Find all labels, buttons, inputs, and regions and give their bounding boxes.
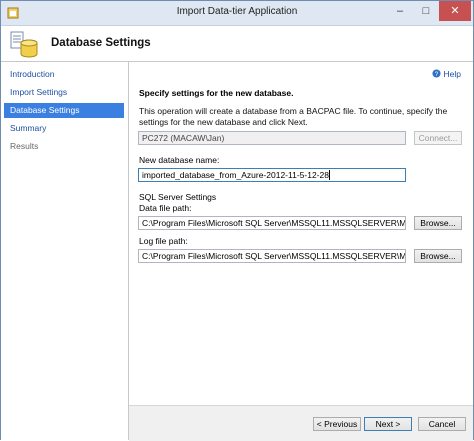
data-file-path-input[interactable]: C:\Program Files\Microsoft SQL Server\MS… — [138, 216, 406, 230]
browse-data-file-button[interactable]: Browse... — [414, 216, 462, 230]
description-text: This operation will create a database fr… — [139, 106, 448, 127]
previous-button[interactable]: < Previous — [313, 417, 361, 431]
title-bar[interactable]: Import Data-tier Application – □ ✕ — [1, 1, 473, 26]
section-heading: Specify settings for the new database. — [139, 88, 294, 98]
close-button[interactable]: ✕ — [439, 1, 471, 21]
help-link[interactable]: ? Help — [431, 69, 461, 79]
main-content: ? Help Specify settings for the new data… — [129, 62, 473, 405]
sidebar-item-summary[interactable]: Summary — [4, 121, 124, 136]
browse-log-file-button[interactable]: Browse... — [414, 249, 462, 263]
help-label: Help — [443, 69, 461, 79]
data-file-path-label: Data file path: — [139, 203, 192, 213]
import-data-tier-dialog: Import Data-tier Application – □ ✕ Datab… — [0, 0, 474, 441]
cancel-button[interactable]: Cancel — [418, 417, 466, 431]
db-name-label: New database name: — [139, 155, 220, 165]
connect-button: Connect... — [414, 131, 462, 145]
server-connection-field: PC272 (MACAW\Jan) — [138, 131, 406, 145]
help-icon: ? — [431, 69, 441, 78]
page-header: Database Settings — [1, 26, 473, 62]
sql-server-settings-group-label: SQL Server Settings — [139, 192, 217, 202]
wizard-steps-sidebar: Introduction Import Settings Database Se… — [1, 62, 129, 440]
sidebar-item-introduction[interactable]: Introduction — [4, 67, 124, 82]
wizard-footer: < Previous Next > Cancel — [129, 405, 473, 441]
sidebar-item-database-settings[interactable]: Database Settings — [4, 103, 124, 118]
next-button[interactable]: Next > — [364, 417, 412, 431]
sidebar-item-import-settings[interactable]: Import Settings — [4, 85, 124, 100]
minimize-button[interactable]: – — [387, 1, 413, 21]
log-file-path-label: Log file path: — [139, 236, 188, 246]
log-file-path-input[interactable]: C:\Program Files\Microsoft SQL Server\MS… — [138, 249, 406, 263]
page-title: Database Settings — [51, 37, 151, 49]
database-name-input[interactable]: imported_database_from_Azure-2012-11-5-1… — [138, 168, 406, 182]
text-caret — [328, 170, 330, 180]
sidebar-item-results: Results — [10, 141, 39, 151]
database-name-value: imported_database_from_Azure-2012-11-5-1… — [142, 170, 329, 180]
svg-text:?: ? — [434, 71, 438, 78]
database-settings-icon — [10, 31, 38, 58]
maximize-button[interactable]: □ — [413, 1, 439, 21]
